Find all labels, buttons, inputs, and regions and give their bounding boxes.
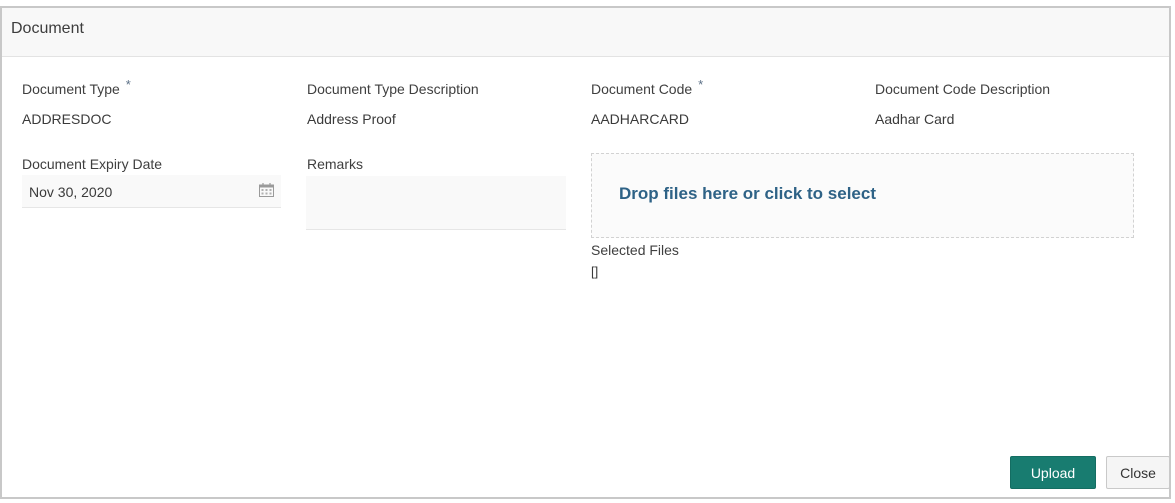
selected-files-label: Selected Files	[591, 242, 679, 258]
file-dropzone[interactable]: Drop files here or click to select	[591, 153, 1134, 238]
document-type-description-label: Document Type Description	[307, 81, 479, 97]
dialog-header: Document	[2, 8, 1169, 57]
dialog-title: Document	[11, 20, 84, 37]
selected-files-value: []	[591, 264, 599, 279]
document-code-label: Document Code *	[591, 77, 704, 97]
remarks-label: Remarks	[307, 156, 364, 172]
document-code-description-value: Aadhar Card	[875, 111, 955, 127]
upload-button[interactable]: Upload	[1010, 456, 1096, 489]
document-type-description-value: Address Proof	[307, 111, 396, 127]
document-expiry-date-input[interactable]: Nov 30, 2020	[22, 175, 281, 208]
document-dialog: Document Document Type * ADDRESDOC Docume…	[0, 6, 1171, 499]
required-mark: *	[125, 77, 131, 92]
document-type-label: Document Type *	[22, 77, 131, 97]
required-mark: *	[698, 77, 704, 92]
dropzone-text: Drop files here or click to select	[619, 184, 876, 203]
document-expiry-date-value: Nov 30, 2020	[29, 184, 113, 200]
document-code-description-label: Document Code Description	[875, 81, 1051, 97]
document-expiry-date-label: Document Expiry Date	[22, 156, 163, 172]
close-button[interactable]: Close	[1106, 456, 1170, 489]
remarks-input[interactable]	[306, 176, 566, 230]
calendar-icon[interactable]	[259, 183, 274, 197]
document-type-value: ADDRESDOC	[22, 111, 112, 127]
document-code-value: AADHARCARD	[591, 111, 690, 127]
